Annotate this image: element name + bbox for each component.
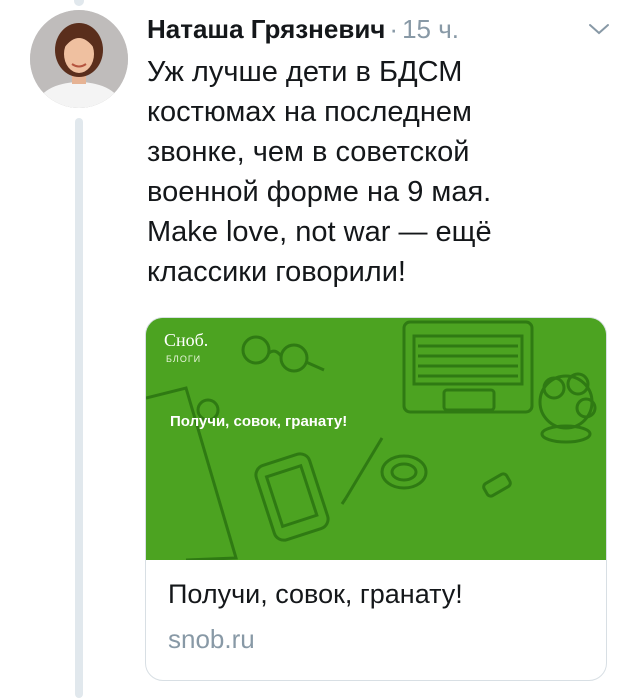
card-title: Получи, совок, гранату! xyxy=(168,579,463,609)
avatar-photo xyxy=(30,10,128,108)
card-domain: snob.ru xyxy=(168,624,255,654)
card-brand: Сноб. xyxy=(164,330,208,350)
header-separator: · xyxy=(389,14,399,44)
tweet-text: Уж лучше дети в БДСМ костюмах на последн… xyxy=(147,56,492,288)
tweet-header: Наташа Грязневич · 15 ч. xyxy=(147,12,570,46)
thread-line xyxy=(75,118,83,698)
card-illustration: Сноб. БЛОГИ Получи, совок, гранату! xyxy=(146,318,606,562)
tweet-timestamp[interactable]: 15 ч. xyxy=(402,14,459,44)
card-section: БЛОГИ xyxy=(166,354,201,364)
chevron-down-icon[interactable] xyxy=(588,22,610,36)
author-name[interactable]: Наташа Грязневич xyxy=(147,14,385,44)
card-body: Получи, совок, гранату! snob.ru xyxy=(168,576,586,656)
card-image-headline: Получи, совок, гранату! xyxy=(170,413,347,430)
avatar[interactable] xyxy=(30,10,128,108)
thread-connector-top xyxy=(74,0,84,6)
link-card[interactable]: Сноб. БЛОГИ Получи, совок, гранату! Полу… xyxy=(145,317,607,681)
card-image: Сноб. БЛОГИ Получи, совок, гранату! xyxy=(146,318,606,562)
